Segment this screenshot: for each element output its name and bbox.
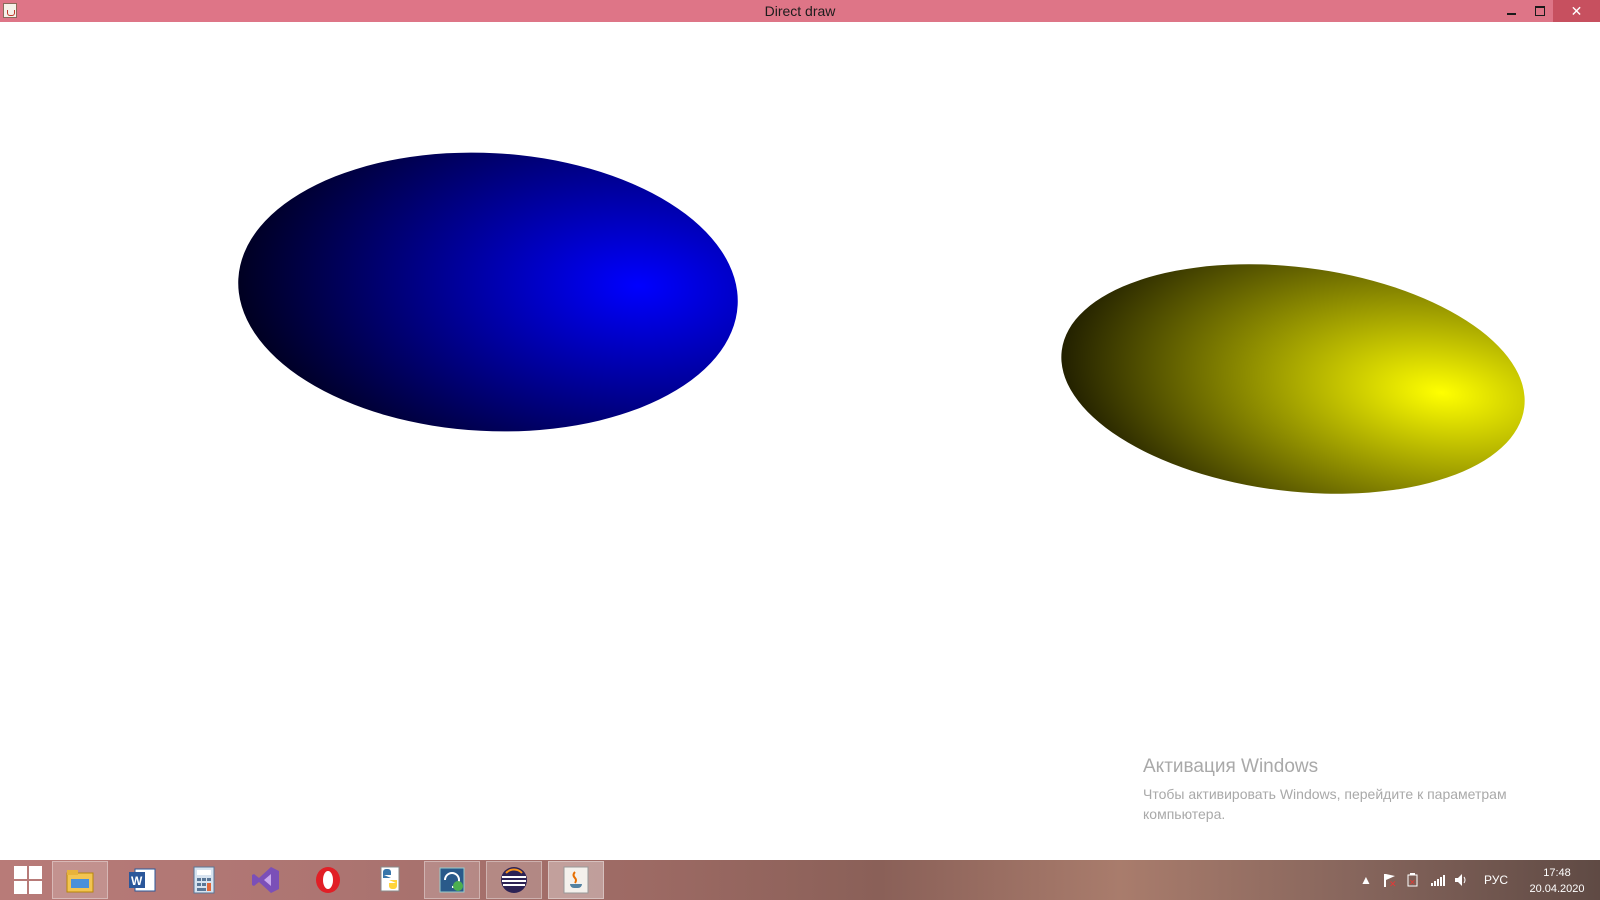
activation-text: Чтобы активировать Windows, перейдите к … bbox=[1143, 786, 1507, 822]
power-icon[interactable]: ✕ bbox=[1404, 872, 1420, 888]
drawing-canvas bbox=[0, 22, 1600, 860]
clock-date[interactable]: 20.04.2020 bbox=[1524, 883, 1590, 895]
language-indicator[interactable]: РУС bbox=[1484, 873, 1508, 887]
action-center-icon[interactable]: ✕ bbox=[1381, 872, 1397, 888]
activation-title: Активация Windows bbox=[1143, 756, 1319, 777]
svg-text:✕: ✕ bbox=[1409, 878, 1416, 887]
blue-ellipse bbox=[238, 152, 738, 432]
minimize-icon bbox=[1506, 12, 1516, 15]
canvas-svg bbox=[238, 152, 1525, 494]
clock-time[interactable]: 17:48 bbox=[1537, 867, 1577, 879]
window-title: Direct draw bbox=[764, 3, 836, 19]
volume-icon[interactable] bbox=[1453, 872, 1469, 888]
maximize-button[interactable] bbox=[1525, 0, 1555, 22]
activation-watermark: Активация Windows Чтобы активировать Win… bbox=[1143, 756, 1543, 824]
restore-icon bbox=[1535, 6, 1545, 16]
svg-text:✕: ✕ bbox=[1389, 879, 1397, 888]
close-button[interactable]: ✕ bbox=[1553, 0, 1600, 22]
system-tray: ▲ ✕ ✕ РУС 17:48 20.04.2020 bbox=[0, 860, 1600, 900]
close-icon: ✕ bbox=[1570, 2, 1583, 19]
title-bar[interactable]: Direct draw ✕ bbox=[0, 0, 1600, 22]
minimize-button[interactable] bbox=[1496, 0, 1526, 22]
network-signal-icon[interactable] bbox=[1430, 872, 1446, 888]
yellow-ellipse bbox=[1061, 264, 1525, 494]
show-hidden-icons-icon[interactable]: ▲ bbox=[1358, 872, 1374, 888]
